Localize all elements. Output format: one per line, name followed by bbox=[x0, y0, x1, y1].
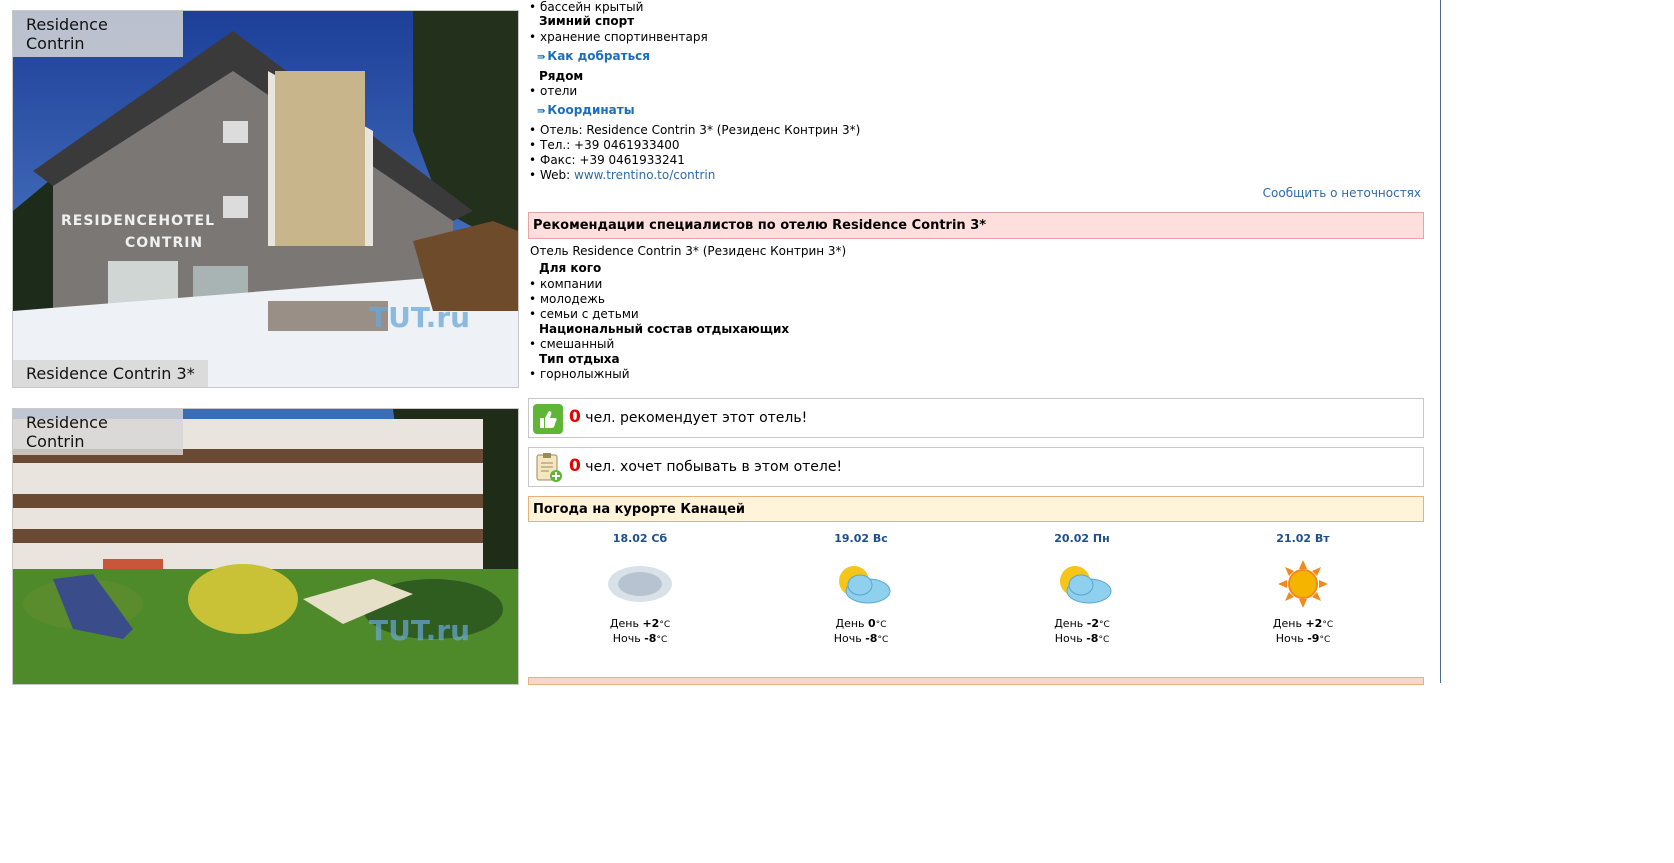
wish-vote-text: 0 чел. хочет побывать в этом отеле! bbox=[569, 456, 842, 476]
night-label: Ночь bbox=[612, 632, 641, 645]
recommend-count: 0 bbox=[569, 407, 581, 427]
web-link[interactable]: www.trentino.to/contrin bbox=[574, 168, 715, 182]
night-temp: -8 bbox=[644, 632, 657, 645]
day-temp: -2 bbox=[1086, 617, 1099, 630]
photo-caption-bottom: Residence Contrin 3* bbox=[13, 360, 208, 387]
heading-nearby: Рядом bbox=[539, 69, 584, 83]
list-item-for-whom: молодежь bbox=[529, 292, 605, 306]
building-sign-line-1: RESIDENCEHOTEL bbox=[61, 213, 216, 229]
list-item-web: Web: www.trentino.to/contrin bbox=[529, 168, 715, 182]
list-item-for-whom: семьи с детьми bbox=[529, 307, 639, 321]
unit: °C bbox=[877, 635, 889, 645]
weather-day-4: 21.02 Вт День +2°C Ночь -9°C bbox=[1233, 532, 1373, 647]
sun-icon bbox=[1268, 559, 1338, 609]
list-item-ski-storage: хранение спортинвентаря bbox=[529, 30, 708, 44]
sun-cloud-icon bbox=[1047, 559, 1117, 609]
day-label: День bbox=[1272, 617, 1302, 630]
weather-date: 20.02 Пн bbox=[1054, 532, 1110, 545]
weather-night-temp: Ночь -9°C bbox=[1233, 632, 1373, 647]
building-sign-line-2: CONTRIN bbox=[125, 235, 204, 251]
night-label: Ночь bbox=[833, 632, 862, 645]
recommend-vote-box[interactable]: 0 чел. рекомендует этот отель! bbox=[528, 398, 1424, 438]
web-label: Web: bbox=[540, 168, 575, 182]
day-label: День bbox=[1054, 617, 1084, 630]
list-item-phone: Тел.: +39 0461933400 bbox=[529, 138, 680, 152]
weather-day-1: 18.02 Сб День +2°C Ночь -8°C bbox=[570, 532, 710, 647]
section-link-label: Координаты bbox=[547, 103, 635, 117]
list-item-for-whom: компании bbox=[529, 277, 602, 291]
night-label: Ночь bbox=[1054, 632, 1083, 645]
list-item-rest-type: горнолыжный bbox=[529, 367, 629, 381]
report-error-link[interactable]: Сообщить о неточностях bbox=[1263, 186, 1421, 200]
unit: °C bbox=[659, 620, 671, 630]
recommend-hotel-name: Отель Residence Contrin 3* (Резиденс Кон… bbox=[530, 244, 847, 258]
thumbs-up-icon[interactable] bbox=[533, 404, 563, 434]
night-temp: -8 bbox=[865, 632, 878, 645]
day-temp: +2 bbox=[1305, 617, 1323, 630]
weather-night-temp: Ночь -8°C bbox=[1012, 632, 1152, 647]
day-temp: 0 bbox=[868, 617, 876, 630]
section-link-coordinates[interactable]: ⇛ Координаты bbox=[537, 103, 635, 117]
hotel-photo-1[interactable]: RESIDENCEHOTEL CONTRIN TUT.ru Residence … bbox=[12, 10, 519, 388]
next-section-header bbox=[528, 677, 1424, 685]
recommendations-header: Рекомендации специалистов по отелю Resid… bbox=[528, 212, 1424, 239]
sun-cloud-icon bbox=[826, 559, 896, 609]
list-item-hotels: отели bbox=[529, 84, 577, 98]
photo-caption-top: Residence Contrin bbox=[13, 409, 183, 455]
section-link-label: Как добраться bbox=[547, 49, 650, 63]
unit: °C bbox=[656, 635, 668, 645]
wish-vote-box[interactable]: 0 чел. хочет побывать в этом отеле! bbox=[528, 447, 1424, 487]
unit: °C bbox=[875, 620, 887, 630]
heading-for-whom: Для кого bbox=[539, 261, 602, 275]
night-label: Ночь bbox=[1275, 632, 1304, 645]
weather-day-temp: День +2°C bbox=[1233, 617, 1373, 632]
list-item-fax: Факс: +39 0461933241 bbox=[529, 153, 685, 167]
unit: °C bbox=[1098, 620, 1110, 630]
list-item-pool: бассейн крытый bbox=[529, 0, 643, 14]
recommend-label: чел. рекомендует этот отель! bbox=[585, 410, 808, 426]
night-temp: -9 bbox=[1307, 632, 1320, 645]
list-item-nationality: смешанный bbox=[529, 337, 614, 351]
weather-day-temp: День +2°C bbox=[570, 617, 710, 632]
weather-day-3: 20.02 Пн День -2°C Ночь -8°C bbox=[1012, 532, 1152, 647]
weather-day-temp: День -2°C bbox=[1012, 617, 1152, 632]
weather-header: Погода на курорте Канацей bbox=[528, 496, 1424, 522]
blurred-icon bbox=[605, 559, 675, 609]
unit: °C bbox=[1319, 635, 1331, 645]
section-link-how-to-get[interactable]: ⇛ Как добраться bbox=[537, 49, 650, 63]
watermark-logo: TUT.ru bbox=[369, 614, 471, 647]
recommend-vote-text: 0 чел. рекомендует этот отель! bbox=[569, 407, 807, 427]
list-item-hotel-name: Отель: Residence Contrin 3* (Резиденс Ко… bbox=[529, 123, 860, 137]
double-arrow-icon: ⇛ bbox=[537, 106, 546, 117]
weather-day-temp: День 0°C bbox=[791, 617, 931, 632]
wish-label: чел. хочет побывать в этом отеле! bbox=[585, 459, 843, 475]
unit: °C bbox=[1098, 635, 1110, 645]
photo-caption-top: Residence Contrin bbox=[13, 11, 183, 57]
weather-date: 21.02 Вт bbox=[1276, 532, 1330, 545]
wish-count: 0 bbox=[569, 456, 581, 476]
weather-night-temp: Ночь -8°C bbox=[791, 632, 931, 647]
day-label: День bbox=[835, 617, 865, 630]
day-temp: +2 bbox=[642, 617, 660, 630]
hotel-photo-2[interactable]: TUT.ru Residence Contrin bbox=[12, 408, 519, 685]
heading-winter-sport: Зимний спорт bbox=[539, 14, 635, 28]
clipboard-add-icon[interactable] bbox=[533, 453, 563, 483]
unit: °C bbox=[1322, 620, 1334, 630]
weather-date: 19.02 Вс bbox=[834, 532, 888, 545]
right-frame-border bbox=[1440, 0, 1441, 683]
weather-date: 18.02 Сб bbox=[612, 532, 668, 545]
watermark-logo: TUT.ru bbox=[369, 301, 471, 334]
night-temp: -8 bbox=[1086, 632, 1099, 645]
weather-day-2: 19.02 Вс День 0°C Ночь -8°C bbox=[791, 532, 931, 647]
heading-nationality: Национальный состав отдыхающих bbox=[539, 322, 790, 336]
heading-rest-type: Тип отдыха bbox=[539, 352, 620, 366]
day-label: День bbox=[609, 617, 639, 630]
weather-night-temp: Ночь -8°C bbox=[570, 632, 710, 647]
double-arrow-icon: ⇛ bbox=[537, 52, 546, 63]
